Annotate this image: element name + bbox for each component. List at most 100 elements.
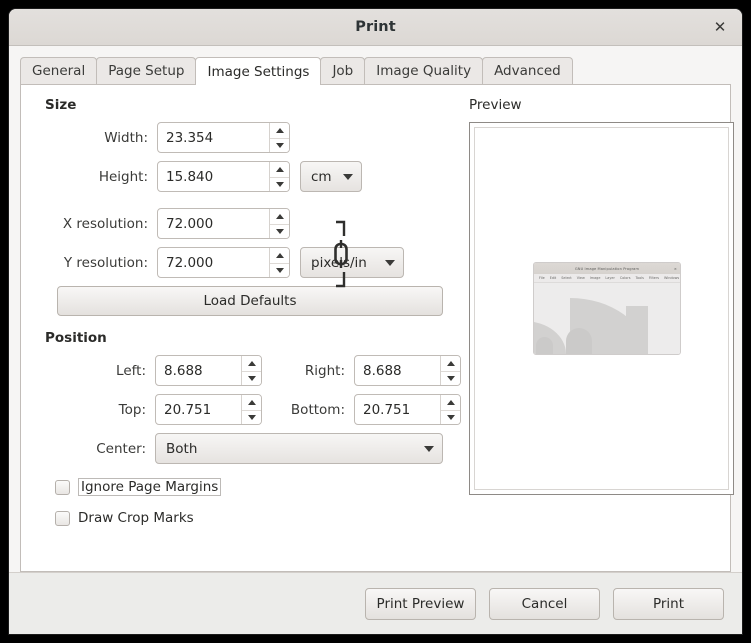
left-increment-button[interactable] [242, 356, 261, 371]
width-input[interactable] [158, 123, 269, 152]
height-increment-button[interactable] [270, 162, 289, 177]
draw-crop-marks-checkbox[interactable] [55, 511, 70, 526]
tab-image-settings[interactable]: Image Settings [195, 57, 321, 85]
preview-column: Preview GNU Image Manipulation Program ×… [449, 94, 734, 561]
center-label: Center: [45, 441, 155, 457]
ignore-page-margins-row[interactable]: Ignore Page Margins [45, 478, 445, 496]
top-label: Top: [45, 402, 155, 418]
height-label: Height: [45, 169, 157, 185]
top-input[interactable] [156, 395, 241, 424]
right-input[interactable] [355, 356, 440, 385]
x-resolution-decrement-button[interactable] [270, 224, 289, 239]
draw-crop-marks-label: Draw Crop Marks [78, 510, 194, 526]
left-spinbox[interactable] [155, 355, 262, 386]
left-spin-buttons [241, 356, 261, 385]
action-bar: Print Preview Cancel Print [9, 572, 742, 634]
y-resolution-decrement-button[interactable] [270, 263, 289, 278]
window-title: Print [355, 19, 396, 35]
caret-down-icon [276, 268, 284, 273]
caret-down-icon [248, 415, 256, 420]
load-defaults-button[interactable]: Load Defaults [57, 286, 443, 316]
y-resolution-input[interactable] [158, 248, 269, 277]
right-label: Right: [262, 363, 354, 379]
thumbnail-menu-tools: Tools [636, 276, 644, 280]
center-row: Center: Both [45, 433, 445, 464]
size-unit-dropdown[interactable]: cm [300, 161, 362, 192]
height-spinbox[interactable] [157, 161, 290, 192]
caret-up-icon [276, 128, 284, 133]
height-decrement-button[interactable] [270, 177, 289, 192]
preview-title: Preview [469, 97, 734, 113]
preview-paper[interactable]: GNU Image Manipulation Program × File Ed… [474, 127, 729, 490]
y-resolution-row: Y resolution: pixels/in [45, 247, 445, 278]
caret-down-icon [276, 182, 284, 187]
height-input[interactable] [158, 162, 269, 191]
size-section-title: Size [45, 97, 445, 113]
notebook: General Page Setup Image Settings Job Im… [9, 46, 742, 572]
height-spin-buttons [269, 162, 289, 191]
thumbnail-menubar: File Edit Select View Image Layer Colors… [534, 274, 680, 283]
thumbnail-menu-colors: Colors [620, 276, 631, 280]
settings-column: Size Width: Height: [31, 94, 449, 561]
bottom-spinbox[interactable] [354, 394, 461, 425]
titlebar: Print ✕ [9, 9, 742, 46]
x-resolution-input[interactable] [158, 209, 269, 238]
preview-frame: GNU Image Manipulation Program × File Ed… [469, 122, 734, 495]
thumbnail-menu-image: Image [590, 276, 601, 280]
caret-up-icon [248, 361, 256, 366]
caret-down-icon [248, 376, 256, 381]
center-dropdown[interactable]: Both [155, 433, 443, 464]
tab-general[interactable]: General [20, 57, 97, 84]
preview-thumbnail: GNU Image Manipulation Program × File Ed… [533, 262, 681, 355]
x-resolution-label: X resolution: [45, 216, 157, 232]
tab-page-setup[interactable]: Page Setup [96, 57, 196, 84]
top-increment-button[interactable] [242, 395, 261, 410]
caret-down-icon [276, 229, 284, 234]
right-spinbox[interactable] [354, 355, 461, 386]
top-bottom-row: Top: Bottom: [45, 394, 445, 425]
left-right-row: Left: Right: [45, 355, 445, 386]
chevron-down-icon [424, 446, 434, 452]
width-spin-buttons [269, 123, 289, 152]
left-input[interactable] [156, 356, 241, 385]
y-resolution-increment-button[interactable] [270, 248, 289, 263]
width-spinbox[interactable] [157, 122, 290, 153]
width-row: Width: [45, 122, 445, 153]
top-spinbox[interactable] [155, 394, 262, 425]
x-resolution-spinbox[interactable] [157, 208, 290, 239]
left-label: Left: [45, 363, 155, 379]
width-decrement-button[interactable] [270, 138, 289, 153]
x-resolution-spin-buttons [269, 209, 289, 238]
y-resolution-spinbox[interactable] [157, 247, 290, 278]
draw-crop-marks-row[interactable]: Draw Crop Marks [45, 510, 445, 526]
thumbnail-menu-filters: Filters [649, 276, 659, 280]
print-button[interactable]: Print [613, 588, 724, 620]
chain-link-icon[interactable] [329, 217, 353, 291]
caret-up-icon [276, 214, 284, 219]
x-resolution-increment-button[interactable] [270, 209, 289, 224]
thumbnail-window-title: GNU Image Manipulation Program [575, 267, 639, 271]
caret-down-icon [276, 143, 284, 148]
center-value: Both [166, 441, 414, 457]
left-decrement-button[interactable] [242, 371, 261, 386]
width-increment-button[interactable] [270, 123, 289, 138]
width-label: Width: [45, 130, 157, 146]
y-resolution-label: Y resolution: [45, 255, 157, 271]
tab-advanced[interactable]: Advanced [482, 57, 573, 84]
thumbnail-close-icon: × [674, 267, 677, 271]
y-resolution-spin-buttons [269, 248, 289, 277]
bottom-label: Bottom: [262, 402, 354, 418]
bottom-input[interactable] [355, 395, 440, 424]
canvas-shape-circle-large [566, 328, 592, 354]
ignore-page-margins-label: Ignore Page Margins [78, 478, 221, 496]
tab-job[interactable]: Job [320, 57, 365, 84]
tab-strip: General Page Setup Image Settings Job Im… [20, 57, 731, 84]
ignore-page-margins-checkbox[interactable] [55, 480, 70, 495]
tab-image-quality[interactable]: Image Quality [364, 57, 483, 84]
print-preview-button[interactable]: Print Preview [365, 588, 476, 620]
top-decrement-button[interactable] [242, 410, 261, 425]
close-icon[interactable]: ✕ [708, 15, 732, 39]
position-section-title: Position [45, 330, 445, 346]
cancel-button[interactable]: Cancel [489, 588, 600, 620]
size-unit-value: cm [311, 169, 333, 185]
